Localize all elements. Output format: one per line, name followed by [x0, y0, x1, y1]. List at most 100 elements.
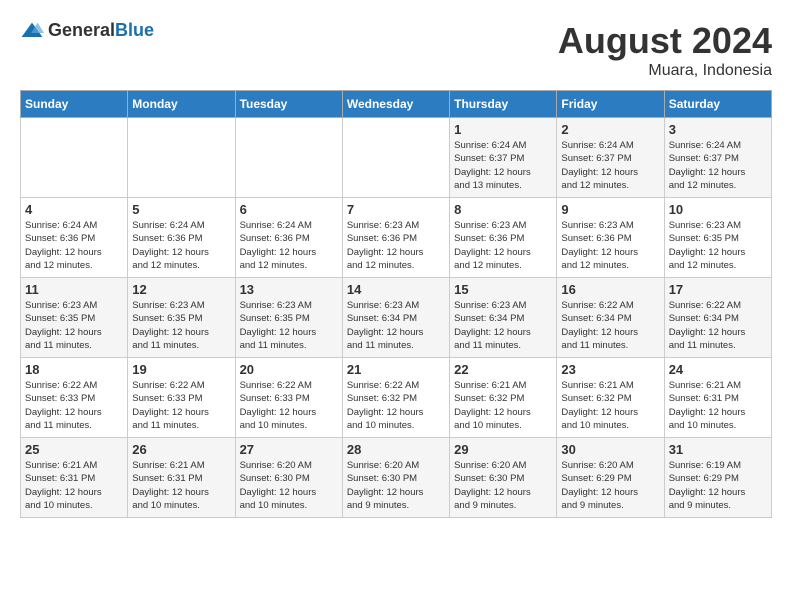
day-number: 18	[25, 362, 123, 377]
day-cell: 7 Sunrise: 6:23 AM Sunset: 6:36 PM Daylig…	[342, 198, 449, 278]
day-info: Sunrise: 6:22 AM Sunset: 6:32 PM Dayligh…	[347, 379, 445, 432]
day-number: 13	[240, 282, 338, 297]
day-cell: 2 Sunrise: 6:24 AM Sunset: 6:37 PM Daylig…	[557, 118, 664, 198]
day-number: 23	[561, 362, 659, 377]
day-cell: 19 Sunrise: 6:22 AM Sunset: 6:33 PM Dayli…	[128, 358, 235, 438]
month-year: August 2024	[558, 20, 772, 62]
day-info: Sunrise: 6:24 AM Sunset: 6:36 PM Dayligh…	[132, 219, 230, 272]
day-info: Sunrise: 6:23 AM Sunset: 6:35 PM Dayligh…	[25, 299, 123, 352]
location: Muara, Indonesia	[558, 62, 772, 80]
day-info: Sunrise: 6:23 AM Sunset: 6:36 PM Dayligh…	[454, 219, 552, 272]
day-info: Sunrise: 6:22 AM Sunset: 6:33 PM Dayligh…	[240, 379, 338, 432]
week-row-4: 18 Sunrise: 6:22 AM Sunset: 6:33 PM Dayli…	[21, 358, 772, 438]
day-info: Sunrise: 6:24 AM Sunset: 6:37 PM Dayligh…	[669, 139, 767, 192]
day-cell: 31 Sunrise: 6:19 AM Sunset: 6:29 PM Dayli…	[664, 438, 771, 518]
day-number: 28	[347, 442, 445, 457]
day-number: 22	[454, 362, 552, 377]
day-info: Sunrise: 6:23 AM Sunset: 6:35 PM Dayligh…	[132, 299, 230, 352]
title-area: August 2024 Muara, Indonesia	[558, 20, 772, 80]
day-info: Sunrise: 6:24 AM Sunset: 6:36 PM Dayligh…	[25, 219, 123, 272]
day-number: 12	[132, 282, 230, 297]
day-number: 19	[132, 362, 230, 377]
day-cell: 15Sunrise: 6:23 AM Sunset: 6:34 PM Dayli…	[450, 278, 557, 358]
day-number: 25	[25, 442, 123, 457]
day-cell: 9Sunrise: 6:23 AM Sunset: 6:36 PM Daylig…	[557, 198, 664, 278]
day-cell: 22 Sunrise: 6:21 AM Sunset: 6:32 PM Dayli…	[450, 358, 557, 438]
day-cell: 11Sunrise: 6:23 AM Sunset: 6:35 PM Dayli…	[21, 278, 128, 358]
col-monday: Monday	[128, 91, 235, 118]
day-number: 21	[347, 362, 445, 377]
day-info: Sunrise: 6:19 AM Sunset: 6:29 PM Dayligh…	[669, 459, 767, 512]
day-info: Sunrise: 6:21 AM Sunset: 6:32 PM Dayligh…	[561, 379, 659, 432]
col-thursday: Thursday	[450, 91, 557, 118]
day-number: 8	[454, 202, 552, 217]
day-number: 7	[347, 202, 445, 217]
day-info: Sunrise: 6:23 AM Sunset: 6:36 PM Dayligh…	[347, 219, 445, 272]
day-number: 16	[561, 282, 659, 297]
day-info: Sunrise: 6:20 AM Sunset: 6:29 PM Dayligh…	[561, 459, 659, 512]
day-info: Sunrise: 6:24 AM Sunset: 6:36 PM Dayligh…	[240, 219, 338, 272]
week-row-2: 4Sunrise: 6:24 AM Sunset: 6:36 PM Daylig…	[21, 198, 772, 278]
day-info: Sunrise: 6:23 AM Sunset: 6:36 PM Dayligh…	[561, 219, 659, 272]
day-cell	[21, 118, 128, 198]
day-cell: 17Sunrise: 6:22 AM Sunset: 6:34 PM Dayli…	[664, 278, 771, 358]
day-number: 17	[669, 282, 767, 297]
day-info: Sunrise: 6:21 AM Sunset: 6:31 PM Dayligh…	[132, 459, 230, 512]
day-number: 31	[669, 442, 767, 457]
day-number: 29	[454, 442, 552, 457]
day-cell: 10 Sunrise: 6:23 AM Sunset: 6:35 PM Dayli…	[664, 198, 771, 278]
day-cell: 28Sunrise: 6:20 AM Sunset: 6:30 PM Dayli…	[342, 438, 449, 518]
day-number: 2	[561, 122, 659, 137]
col-tuesday: Tuesday	[235, 91, 342, 118]
day-info: Sunrise: 6:22 AM Sunset: 6:33 PM Dayligh…	[132, 379, 230, 432]
day-number: 26	[132, 442, 230, 457]
logo-icon	[20, 21, 44, 41]
day-cell: 21 Sunrise: 6:22 AM Sunset: 6:32 PM Dayli…	[342, 358, 449, 438]
day-cell: 23 Sunrise: 6:21 AM Sunset: 6:32 PM Dayli…	[557, 358, 664, 438]
day-cell	[342, 118, 449, 198]
day-info: Sunrise: 6:21 AM Sunset: 6:32 PM Dayligh…	[454, 379, 552, 432]
col-saturday: Saturday	[664, 91, 771, 118]
day-cell: 18Sunrise: 6:22 AM Sunset: 6:33 PM Dayli…	[21, 358, 128, 438]
week-row-3: 11Sunrise: 6:23 AM Sunset: 6:35 PM Dayli…	[21, 278, 772, 358]
day-cell	[128, 118, 235, 198]
day-number: 24	[669, 362, 767, 377]
day-cell: 25 Sunrise: 6:21 AM Sunset: 6:31 PM Dayli…	[21, 438, 128, 518]
day-cell: 27Sunrise: 6:20 AM Sunset: 6:30 PM Dayli…	[235, 438, 342, 518]
day-cell: 3 Sunrise: 6:24 AM Sunset: 6:37 PM Daylig…	[664, 118, 771, 198]
day-number: 15	[454, 282, 552, 297]
day-info: Sunrise: 6:21 AM Sunset: 6:31 PM Dayligh…	[25, 459, 123, 512]
day-cell: 20 Sunrise: 6:22 AM Sunset: 6:33 PM Dayli…	[235, 358, 342, 438]
day-cell: 29 Sunrise: 6:20 AM Sunset: 6:30 PM Dayli…	[450, 438, 557, 518]
calendar-table: Sunday Monday Tuesday Wednesday Thursday…	[20, 90, 772, 518]
day-cell: 4Sunrise: 6:24 AM Sunset: 6:36 PM Daylig…	[21, 198, 128, 278]
day-cell: 30 Sunrise: 6:20 AM Sunset: 6:29 PM Dayli…	[557, 438, 664, 518]
day-number: 20	[240, 362, 338, 377]
week-row-1: 1 Sunrise: 6:24 AM Sunset: 6:37 PM Daylig…	[21, 118, 772, 198]
day-number: 5	[132, 202, 230, 217]
day-cell: 5 Sunrise: 6:24 AM Sunset: 6:36 PM Daylig…	[128, 198, 235, 278]
page-header: GeneralBlue August 2024 Muara, Indonesia	[20, 20, 772, 80]
day-number: 30	[561, 442, 659, 457]
day-cell: 14Sunrise: 6:23 AM Sunset: 6:34 PM Dayli…	[342, 278, 449, 358]
day-cell: 24 Sunrise: 6:21 AM Sunset: 6:31 PM Dayli…	[664, 358, 771, 438]
day-number: 27	[240, 442, 338, 457]
col-wednesday: Wednesday	[342, 91, 449, 118]
day-cell: 8 Sunrise: 6:23 AM Sunset: 6:36 PM Daylig…	[450, 198, 557, 278]
day-number: 1	[454, 122, 552, 137]
day-number: 3	[669, 122, 767, 137]
day-info: Sunrise: 6:20 AM Sunset: 6:30 PM Dayligh…	[454, 459, 552, 512]
day-cell: 1 Sunrise: 6:24 AM Sunset: 6:37 PM Daylig…	[450, 118, 557, 198]
day-cell	[235, 118, 342, 198]
day-info: Sunrise: 6:24 AM Sunset: 6:37 PM Dayligh…	[454, 139, 552, 192]
day-info: Sunrise: 6:23 AM Sunset: 6:35 PM Dayligh…	[669, 219, 767, 272]
day-cell: 12 Sunrise: 6:23 AM Sunset: 6:35 PM Dayli…	[128, 278, 235, 358]
day-cell: 13Sunrise: 6:23 AM Sunset: 6:35 PM Dayli…	[235, 278, 342, 358]
week-row-5: 25 Sunrise: 6:21 AM Sunset: 6:31 PM Dayli…	[21, 438, 772, 518]
day-cell: 16Sunrise: 6:22 AM Sunset: 6:34 PM Dayli…	[557, 278, 664, 358]
day-info: Sunrise: 6:21 AM Sunset: 6:31 PM Dayligh…	[669, 379, 767, 432]
col-sunday: Sunday	[21, 91, 128, 118]
logo: GeneralBlue	[20, 20, 154, 41]
day-number: 10	[669, 202, 767, 217]
day-info: Sunrise: 6:24 AM Sunset: 6:37 PM Dayligh…	[561, 139, 659, 192]
